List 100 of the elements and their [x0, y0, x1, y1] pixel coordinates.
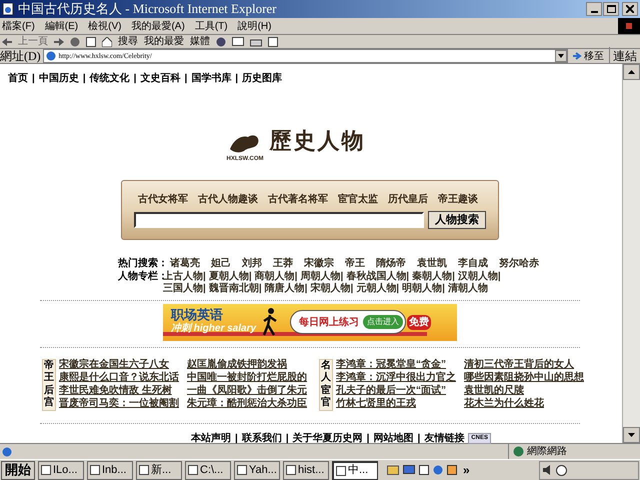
nav-link[interactable]: 首页 — [8, 71, 28, 86]
category-link[interactable]: 宦官太监 — [338, 192, 378, 208]
nav-link[interactable]: 历史图库 — [242, 71, 282, 86]
scroll-down-button[interactable] — [623, 427, 640, 444]
taskbar-button[interactable]: hist... — [283, 460, 329, 480]
article-link[interactable]: 晋废帝司马奕：一位被阉割 — [59, 398, 183, 411]
taskbar-button[interactable]: Inb... — [87, 460, 133, 480]
hot-search-link[interactable]: 刘邦 — [242, 258, 262, 271]
separator: | — [32, 72, 35, 86]
menu-item[interactable]: 編輯(E) — [44, 18, 78, 34]
article-link[interactable]: 竹林七贤里的王戎 — [336, 398, 460, 411]
taskbar-button[interactable]: 中... — [332, 460, 378, 480]
column-link[interactable]: 商朝人物| — [254, 270, 298, 284]
close-button[interactable] — [622, 2, 638, 16]
separator: | — [417, 432, 420, 446]
article-link[interactable]: 康熙是什么口音？说东北话 — [59, 372, 183, 385]
speaker-icon[interactable] — [543, 465, 553, 476]
favorites-button[interactable]: 我的最愛 — [144, 34, 184, 50]
window-icon — [188, 465, 198, 476]
minimize-button[interactable] — [586, 2, 602, 16]
category-link[interactable]: 历代皇后 — [388, 192, 428, 208]
article-link[interactable]: 一曲《凤阳歌》击倒了朱元 — [187, 384, 311, 398]
article-link[interactable]: 花木兰为什么姓花 — [464, 398, 588, 411]
column-link[interactable]: 宋朝人物| — [310, 283, 354, 296]
column-link[interactable]: 春秋战国人物| — [346, 270, 410, 284]
home-icon[interactable] — [102, 36, 112, 47]
search-button[interactable]: 人物搜索 — [428, 211, 486, 230]
hot-search-link[interactable]: 诸葛亮 — [170, 258, 200, 271]
search-button[interactable]: 搜尋 — [118, 34, 138, 50]
hot-search-link[interactable]: 李自成 — [458, 258, 488, 271]
column-link[interactable]: 三国人物| — [163, 283, 206, 296]
nav-link[interactable]: 中国历史 — [38, 71, 79, 86]
maximize-button[interactable] — [603, 2, 619, 16]
category-link[interactable]: 古代人物趣谈 — [198, 192, 258, 208]
scrollbar[interactable] — [622, 64, 640, 444]
footer-link[interactable]: 联系我们 — [242, 430, 282, 446]
article-link[interactable]: 清初三代帝王背后的女人 — [464, 358, 588, 372]
footer-link[interactable]: 关于华夏历史网 — [292, 430, 363, 446]
column-link[interactable]: 元朝人物| — [356, 283, 400, 296]
hot-search-link[interactable]: 帝王 — [345, 258, 365, 271]
runner-icon — [262, 307, 278, 338]
column-link[interactable]: 秦朝人物| — [412, 270, 455, 284]
print-icon[interactable] — [250, 36, 262, 47]
back-arrow-icon[interactable] — [2, 38, 12, 46]
ad-banner[interactable]: 职场英语 冲刺 higher salary 每日网上练习 点击进入 免费 — [163, 304, 457, 341]
menu-item[interactable]: 檢視(V) — [88, 18, 122, 34]
taskbar-button[interactable]: Yah... — [234, 460, 280, 480]
taskbar-button[interactable]: 新... — [136, 460, 182, 480]
article-link[interactable]: 李世民难免吹情敌 生死树 — [59, 384, 183, 398]
article-link[interactable]: 中国唯一被封阶打烂屁股的 — [187, 372, 311, 385]
hot-search-link[interactable]: 妲己 — [211, 258, 231, 271]
article-link[interactable]: 哪些因素阻挠孙中山的思想 — [464, 372, 588, 385]
column-link[interactable]: 夏朝人物| — [208, 270, 252, 284]
category-link[interactable]: 古代女将军 — [138, 192, 188, 208]
column-link[interactable]: 汉朝人物| — [458, 270, 501, 284]
article-link[interactable]: 宋徽宗在金国生六子八女 — [59, 358, 183, 372]
hot-search-link[interactable]: 宋徽宗 — [304, 258, 334, 271]
back-button[interactable]: 上一頁 — [18, 34, 48, 50]
menu-item[interactable]: 說明(H) — [238, 18, 272, 34]
more-button[interactable]: » — [463, 461, 470, 480]
menu-item[interactable]: 我的最愛(A) — [131, 18, 185, 34]
hot-search-link[interactable]: 隋炀帝 — [376, 258, 406, 271]
article-link[interactable]: 袁世凯的尺牍 — [464, 384, 588, 398]
nav-link[interactable]: 国学书库 — [191, 71, 232, 86]
column-link[interactable]: 周朝人物| — [300, 270, 344, 284]
footer-link[interactable]: 友情链接 — [424, 430, 464, 446]
scroll-up-button[interactable] — [623, 64, 640, 80]
window-icon — [41, 465, 51, 476]
category-link[interactable]: 古代著名将军 — [268, 192, 328, 208]
start-button[interactable]: 開始 — [1, 460, 35, 480]
footer-link[interactable]: 本站声明 — [191, 430, 232, 446]
hot-search-link[interactable]: 袁世凯 — [417, 258, 447, 271]
article-link[interactable]: 孔夫子的最后一次“面试” — [336, 384, 460, 398]
taskbar-button[interactable]: ILo... — [38, 460, 84, 480]
column-link[interactable]: 清朝人物 — [448, 283, 488, 296]
nav-link[interactable]: 文史百科 — [140, 71, 180, 86]
menu-item[interactable]: 檔案(F) — [2, 18, 35, 34]
hot-search-link[interactable]: 努尔哈赤 — [499, 258, 539, 271]
column-link[interactable]: 隋唐人物| — [264, 283, 308, 296]
go-button[interactable]: 移至 — [570, 48, 607, 64]
folder-icon[interactable] — [387, 465, 399, 476]
article-link[interactable]: 朱元璋：酷刑惩治大杀功臣 — [187, 398, 311, 411]
column-link[interactable]: 魏晋南北朝| — [208, 283, 262, 296]
menu-item[interactable]: 工具(T) — [194, 18, 228, 34]
hot-search-link[interactable]: 王莽 — [273, 258, 293, 271]
article-link[interactable]: 李鸿章：冠冕堂皇“贪金” — [336, 358, 460, 372]
media-button[interactable]: 媒體 — [190, 34, 210, 50]
nav-link[interactable]: 传统文化 — [90, 71, 130, 86]
desktop-icon[interactable] — [403, 465, 415, 476]
forward-arrow-icon[interactable] — [54, 38, 64, 46]
category-link[interactable]: 帝王趣谈 — [438, 192, 478, 208]
article-link[interactable]: 赵匡胤偷成铁押韵发祸 — [187, 358, 311, 372]
separator: | — [82, 72, 86, 86]
taskbar-button[interactable]: C:\... — [185, 460, 231, 480]
article-link[interactable]: 李鸿章：沉浮中很出力官之 — [336, 372, 460, 385]
column-link[interactable]: 明朝人物| — [402, 283, 445, 296]
enter-button[interactable]: 点击进入 — [363, 315, 404, 330]
search-field[interactable] — [134, 212, 424, 228]
footer-link[interactable]: 网站地图 — [373, 430, 414, 446]
dropdown-button[interactable] — [555, 50, 567, 62]
